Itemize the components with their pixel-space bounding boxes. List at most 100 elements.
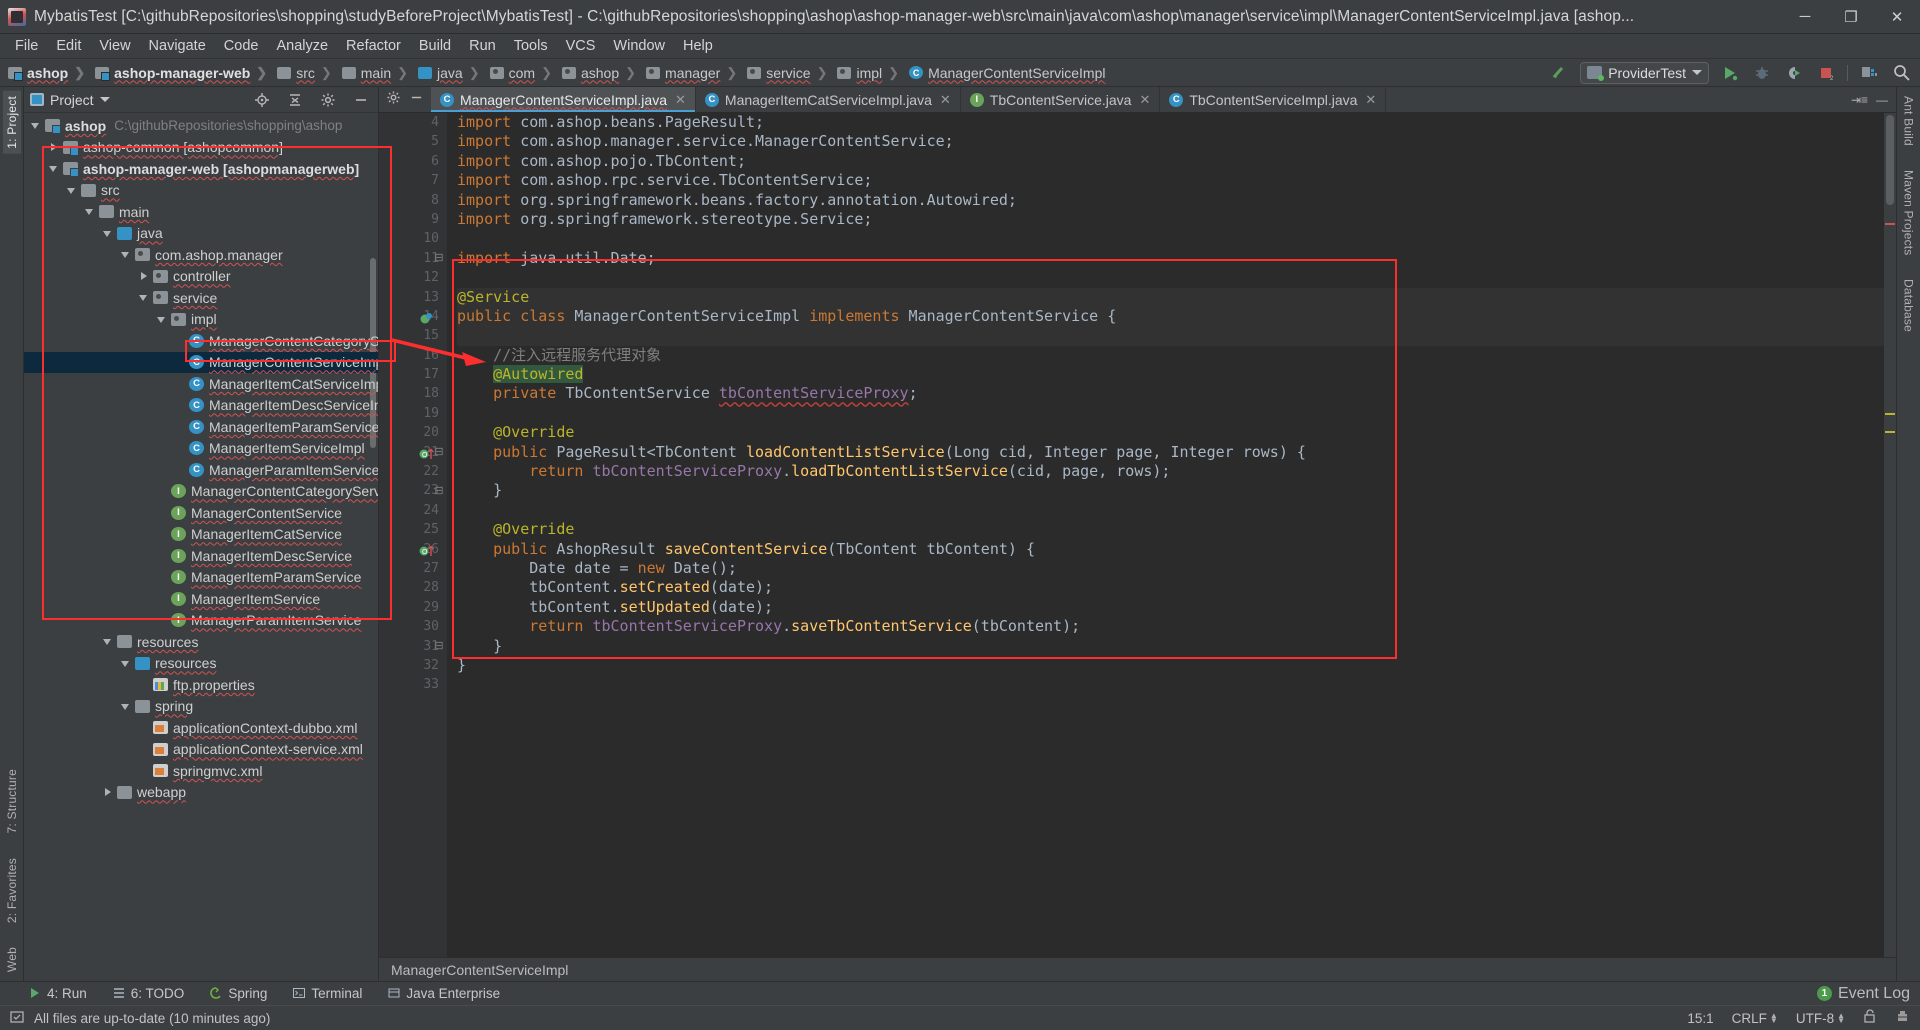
close-button[interactable]: ✕	[1874, 0, 1920, 34]
tool-window-tab-ant-build[interactable]: Ant Build	[1900, 91, 1918, 151]
code-editor[interactable]: 4567891011121314151617181920212223242526…	[379, 113, 1896, 957]
menu-item-tools[interactable]: Tools	[505, 36, 557, 56]
implemented-method-gutter-icon[interactable]	[419, 309, 445, 328]
tree-node-managercontentcategoryservi[interactable]: ManagerContentCategoryServi	[24, 481, 378, 503]
breadcrumb-item-src[interactable]: src ❯	[271, 61, 336, 85]
code-line[interactable]: import java.util.Date;	[457, 249, 1896, 268]
code-line[interactable]: tbContent.setUpdated(date);	[457, 598, 1896, 617]
overriding-method-gutter-icon[interactable]: O	[419, 542, 445, 561]
tool-window-button-6--todo[interactable]: 6: TODO	[108, 984, 190, 1003]
menu-item-analyze[interactable]: Analyze	[267, 36, 337, 56]
event-log-label[interactable]: Event Log	[1838, 985, 1910, 1003]
minimize-button[interactable]: ─	[1782, 0, 1828, 34]
tool-window-button-4--run[interactable]: 4: Run	[24, 984, 92, 1003]
code-line[interactable]: public PageResult<TbContent loadContentL…	[457, 443, 1896, 462]
tool-window-tab-7--structure[interactable]: 7: Structure	[3, 764, 21, 838]
code-line[interactable]: import com.ashop.pojo.TbContent;	[457, 152, 1896, 171]
chevron-down-icon[interactable]	[99, 97, 110, 102]
collapse-all-icon[interactable]	[284, 89, 306, 111]
chevron-open-icon[interactable]	[84, 205, 97, 218]
code-line[interactable]: }	[457, 656, 1896, 675]
tree-node-ashop[interactable]: ashop C:\githubRepositories\shopping\asho…	[24, 115, 378, 137]
event-log-area[interactable]: 1 Event Log	[1816, 985, 1920, 1003]
tree-node-main[interactable]: main	[24, 201, 378, 223]
chevron-open-icon[interactable]	[48, 162, 61, 175]
tree-node-manageritemservice[interactable]: ManagerItemService	[24, 588, 378, 610]
tree-node-com-ashop-manager[interactable]: com.ashop.manager	[24, 244, 378, 266]
editor-tab-managercontentserviceimpl-java[interactable]: ManagerContentServiceImpl.java ✕	[431, 87, 696, 112]
menu-item-code[interactable]: Code	[215, 36, 268, 56]
hide-panel-icon[interactable]	[410, 91, 423, 109]
tree-node-controller[interactable]: controller	[24, 266, 378, 288]
menu-item-refactor[interactable]: Refactor	[337, 36, 410, 56]
breadcrumb-item-service[interactable]: service ❯	[741, 61, 831, 85]
chevron-open-icon[interactable]	[138, 291, 151, 304]
tree-node-springmvc-xml[interactable]: springmvc.xml	[24, 760, 378, 782]
chevron-open-icon[interactable]	[120, 657, 133, 670]
breadcrumb-item-main[interactable]: main ❯	[336, 61, 412, 85]
chevron-closed-icon[interactable]	[102, 786, 115, 799]
code-line[interactable]: }	[457, 637, 1896, 656]
tree-node-impl[interactable]: impl	[24, 309, 378, 331]
code-line[interactable]: import org.springframework.beans.factory…	[457, 191, 1896, 210]
scrollbar-thumb[interactable]	[1886, 115, 1894, 205]
run-icon[interactable]	[1719, 62, 1741, 84]
code-line[interactable]: private TbContentService tbContentServic…	[457, 384, 1896, 403]
code-line[interactable]: @Override	[457, 423, 1896, 442]
file-encoding[interactable]: UTF-8 ▲ ▼	[1796, 1011, 1845, 1026]
project-structure-icon[interactable]	[1858, 62, 1880, 84]
code-fold-icon[interactable]: ⊟	[433, 443, 445, 462]
tree-node-managercontentcategoryse[interactable]: ManagerContentCategorySe	[24, 330, 378, 352]
menu-item-run[interactable]: Run	[460, 36, 505, 56]
tree-node-applicationcontext-dubbo-xml[interactable]: applicationContext-dubbo.xml	[24, 717, 378, 739]
tree-node-resources[interactable]: resources	[24, 653, 378, 675]
code-fold-icon[interactable]: ⊟	[433, 249, 445, 268]
tree-node-managercontentserviceimpl[interactable]: ManagerContentServiceImpl	[24, 351, 378, 373]
menu-item-build[interactable]: Build	[410, 36, 460, 56]
breadcrumb-item-ashop[interactable]: ashop ❯	[2, 61, 89, 85]
line-separator[interactable]: CRLF ▲ ▼	[1732, 1011, 1778, 1026]
menu-item-navigate[interactable]: Navigate	[140, 36, 215, 56]
code-line[interactable]	[457, 229, 1896, 248]
code-line[interactable]: tbContent.setCreated(date);	[457, 578, 1896, 597]
chevron-open-icon[interactable]	[30, 119, 43, 132]
tool-window-tab-2--favorites[interactable]: 2: Favorites	[3, 853, 21, 928]
tree-node-src[interactable]: src	[24, 180, 378, 202]
editor-tab-tbcontentserviceimpl-java[interactable]: TbContentServiceImpl.java ✕	[1160, 87, 1387, 112]
code-line[interactable]: public class ManagerContentServiceImpl i…	[457, 306, 1896, 327]
code-line[interactable]: Date date = new Date();	[457, 559, 1896, 578]
unlocked-icon[interactable]	[1863, 1009, 1877, 1027]
tree-node-service[interactable]: service	[24, 287, 378, 309]
run-with-coverage-icon[interactable]	[1783, 62, 1805, 84]
editor-tab-overflow[interactable]: ⇥≡ —	[1851, 87, 1896, 112]
chevron-open-icon[interactable]	[66, 184, 79, 197]
breadcrumb-item-impl[interactable]: impl ❯	[831, 61, 903, 85]
chevron-open-icon[interactable]	[102, 635, 115, 648]
tool-window-tab-1--project[interactable]: 1: Project	[2, 91, 21, 154]
hide-editor-icon[interactable]: —	[1876, 93, 1888, 107]
close-tab-icon[interactable]: ✕	[1365, 92, 1376, 108]
tree-node-manageritemcatserviceimpl[interactable]: ManagerItemCatServiceImpl	[24, 373, 378, 395]
tree-node-resources[interactable]: resources	[24, 631, 378, 653]
tool-window-tab-maven-projects[interactable]: Maven Projects	[1900, 165, 1918, 261]
tree-node-manageritemserviceimpl[interactable]: ManagerItemServiceImpl	[24, 438, 378, 460]
run-configuration-selector[interactable]: ProviderTest	[1580, 61, 1709, 84]
tree-node-spring[interactable]: spring	[24, 696, 378, 718]
tree-node-managerparamitemservicein[interactable]: ManagerParamItemServiceIn	[24, 459, 378, 481]
code-line[interactable]: import com.ashop.manager.service.Manager…	[457, 132, 1896, 151]
tree-node-ftp-properties[interactable]: ftp.properties	[24, 674, 378, 696]
breadcrumb-item-managercontentserviceimpl[interactable]: ManagerContentServiceImpl	[903, 61, 1109, 85]
locate-icon[interactable]	[251, 89, 273, 111]
breadcrumb-item-ashop-manager-web[interactable]: ashop-manager-web ❯	[89, 61, 271, 85]
code-line[interactable]	[457, 268, 1896, 287]
code-line[interactable]: import com.ashop.beans.PageResult;	[457, 113, 1896, 132]
settings-gear-icon[interactable]	[387, 90, 400, 109]
tree-node-manageritemparamservicein[interactable]: ManagerItemParamServiceIn	[24, 416, 378, 438]
debug-icon[interactable]	[1751, 62, 1773, 84]
code-line[interactable]	[457, 326, 1896, 346]
stop-icon[interactable]: 2	[1815, 62, 1837, 84]
tree-node-managercontentservice[interactable]: ManagerContentService	[24, 502, 378, 524]
tree-node-java[interactable]: java	[24, 223, 378, 245]
editor-tab-manageritemcatserviceimpl-java[interactable]: ManagerItemCatServiceImpl.java ✕	[696, 87, 961, 112]
code-line[interactable]	[457, 404, 1896, 423]
